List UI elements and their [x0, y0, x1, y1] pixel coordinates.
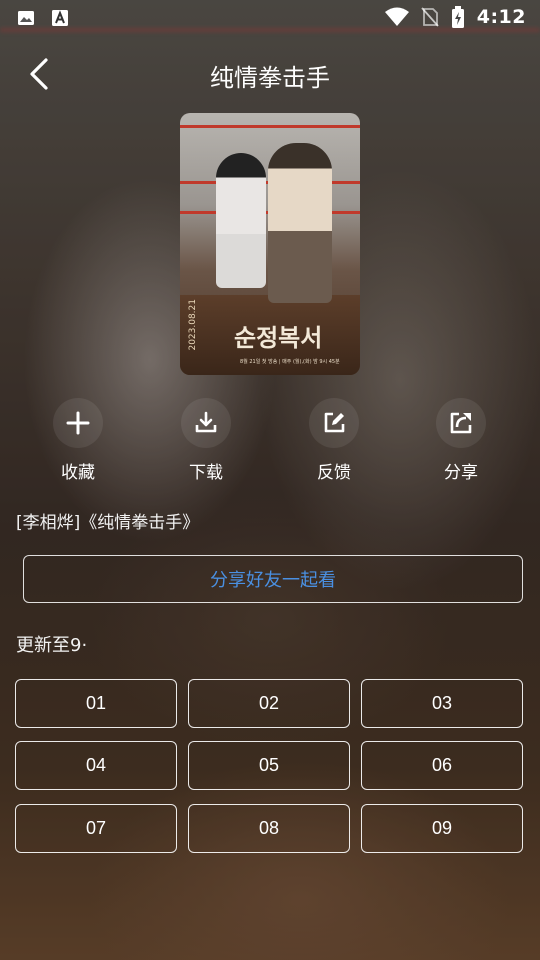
episode-button[interactable]: 03 [361, 679, 523, 728]
episode-button[interactable]: 06 [361, 741, 523, 790]
poster-image: 2023.08.21 순정복서 8월 21일 첫 방송 | 매주 (월),(화)… [180, 113, 360, 375]
header: 纯情拳击手 [0, 52, 540, 98]
share-label: 分享 [444, 463, 478, 483]
edit-icon [324, 412, 345, 433]
feedback-button[interactable]: 反馈 [284, 398, 384, 483]
cast-line: [李相烨]《纯情拳击手》 [16, 513, 200, 533]
episode-button[interactable]: 02 [188, 679, 350, 728]
episode-button[interactable]: 05 [188, 741, 350, 790]
gallery-notification-icon [18, 11, 34, 25]
poster-date: 2023.08.21 [188, 299, 198, 351]
ring-rope [180, 125, 360, 128]
wifi-icon [384, 7, 409, 26]
favorite-label: 收藏 [61, 463, 95, 483]
download-button[interactable]: 下载 [156, 398, 256, 483]
episode-button[interactable]: 09 [361, 804, 523, 853]
download-icon [195, 411, 217, 433]
feedback-label: 反馈 [317, 463, 351, 483]
poster-fine-print: 8월 21일 첫 방송 | 매주 (월),(화) 밤 9시 45분 [240, 359, 340, 365]
poster-person [268, 143, 332, 303]
battery-charging-icon [451, 6, 464, 28]
favorite-button[interactable]: 收藏 [28, 398, 128, 483]
share-with-friends-button[interactable]: 分享好友一起看 [23, 555, 523, 603]
update-status: 更新至9· [16, 635, 88, 656]
clock: 4:12 [476, 6, 526, 28]
no-sim-icon [421, 7, 439, 27]
status-bar: 4:12 [0, 0, 540, 36]
poster-title: 순정복서 [234, 323, 323, 352]
episode-button[interactable]: 08 [188, 804, 350, 853]
episode-button[interactable]: 07 [15, 804, 177, 853]
episode-button[interactable]: 01 [15, 679, 177, 728]
text-notification-icon [52, 10, 68, 26]
page-title: 纯情拳击手 [210, 64, 330, 92]
episode-button[interactable]: 04 [15, 741, 177, 790]
download-label: 下载 [189, 463, 223, 483]
share-button[interactable]: 分享 [411, 398, 511, 483]
poster-person [216, 153, 266, 288]
share-icon [450, 412, 472, 434]
action-bar: 收藏 下载 反馈 分享 [0, 398, 540, 488]
plus-icon [66, 411, 90, 435]
